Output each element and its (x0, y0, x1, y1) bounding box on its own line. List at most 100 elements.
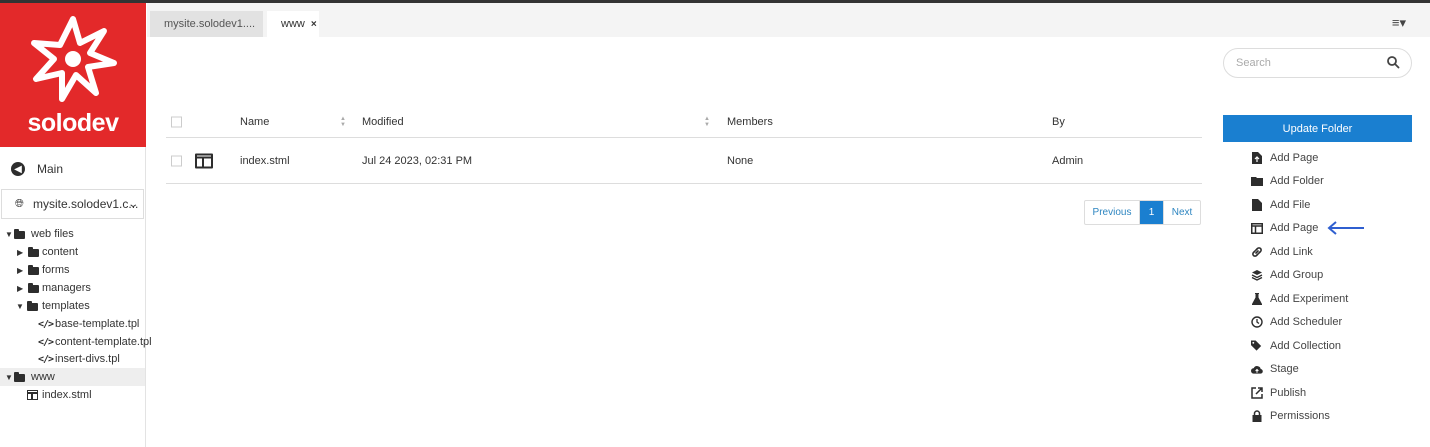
arrow-left-annotation-icon (1327, 221, 1364, 235)
table-header: Name ▲ ▼ Modified ▲ ▼ Members By (166, 106, 1202, 138)
page-icon (27, 390, 38, 400)
main-nav-link[interactable]: ◀ Main (0, 155, 145, 183)
layers-icon (1251, 269, 1263, 281)
search-input[interactable] (1236, 55, 1386, 71)
folder-open-icon (27, 301, 38, 311)
pagination-next[interactable]: Next (1163, 201, 1200, 224)
site-selector-value: mysite.solodev1.c... (33, 197, 139, 211)
code-icon: </> (38, 336, 54, 348)
update-folder-button[interactable]: Update Folder (1223, 115, 1412, 142)
tree-item-www[interactable]: ▼ www (0, 368, 145, 386)
tab-label: www (281, 18, 305, 30)
solodev-logo[interactable]: solodev (0, 3, 146, 147)
action-list: Add Page Add Folder Add File Add Page Ad… (1251, 146, 1421, 428)
folder-icon (28, 283, 39, 293)
tree-item-index-stml[interactable]: index.stml (0, 386, 145, 404)
action-stage[interactable]: Stage (1251, 358, 1421, 382)
pagination: Previous 1 Next (1084, 200, 1201, 225)
tree-item-content-template[interactable]: </> content-template.tpl (0, 333, 152, 351)
action-add-folder[interactable]: Add Folder (1251, 170, 1421, 194)
folder-open-icon (14, 229, 25, 239)
lock-icon (1251, 410, 1263, 423)
action-label: Add Experiment (1270, 292, 1349, 305)
flask-icon (1251, 292, 1263, 305)
action-add-scheduler[interactable]: Add Scheduler (1251, 311, 1421, 335)
action-add-collection[interactable]: Add Collection (1251, 334, 1421, 358)
action-add-file[interactable]: Add File (1251, 193, 1421, 217)
action-publish[interactable]: Publish (1251, 381, 1421, 405)
tree-label: base-template.tpl (55, 318, 140, 330)
action-permissions[interactable]: Permissions (1251, 405, 1421, 429)
action-label: Add Page (1270, 151, 1319, 164)
row-members: None (727, 154, 754, 167)
main-label: Main (37, 162, 64, 176)
folder-icon (1251, 175, 1263, 187)
tree-item-managers[interactable]: ▶ managers (0, 279, 145, 297)
tab-mysite[interactable]: mysite.solodev1.... (150, 11, 263, 37)
row-by: Admin (1052, 154, 1084, 167)
code-icon: </> (38, 353, 54, 365)
row-name[interactable]: index.stml (240, 155, 290, 167)
action-label: Stage (1270, 363, 1299, 376)
tree-item-base-template[interactable]: </> base-template.tpl (0, 315, 145, 333)
page-icon (1251, 222, 1263, 234)
caret-down-icon[interactable]: ▼ (5, 373, 13, 382)
action-add-link[interactable]: Add Link (1251, 240, 1421, 264)
action-label: Add File (1270, 198, 1311, 211)
caret-right-icon[interactable]: ▶ (17, 266, 23, 275)
tree-item-insert-divs[interactable]: </> insert-divs.tpl (0, 350, 145, 368)
pagination-previous[interactable]: Previous (1085, 201, 1140, 224)
search-box (1223, 48, 1412, 78)
hamburger-menu-icon[interactable]: ≡▾ (1392, 15, 1406, 31)
upload-file-icon (1251, 151, 1263, 164)
tree-item-templates[interactable]: ▼ templates (0, 297, 145, 315)
page-icon (195, 153, 213, 168)
caret-down-icon[interactable]: ▼ (16, 302, 24, 311)
column-header-members[interactable]: Members (727, 116, 773, 128)
tab-bar: mysite.solodev1.... www × ≡▾ (147, 3, 1430, 37)
column-header-name[interactable]: Name (240, 116, 269, 128)
caret-right-icon[interactable]: ▶ (17, 284, 23, 293)
site-selector[interactable]: 🌐︎ mysite.solodev1.c... ⌄ (1, 189, 144, 219)
tree-label: index.stml (42, 389, 92, 401)
logo-star-icon (31, 16, 117, 102)
sort-icon[interactable]: ▲ ▼ (704, 116, 710, 128)
tree-item-content[interactable]: ▶ content (0, 243, 145, 261)
tree-label: forms (42, 264, 70, 276)
tree-item-forms[interactable]: ▶ forms (0, 261, 145, 279)
action-label: Add Scheduler (1270, 316, 1343, 329)
tree-label: content (42, 246, 79, 258)
clock-icon (1251, 316, 1263, 328)
table-row[interactable]: index.stml Jul 24 2023, 02:31 PM None Ad… (166, 138, 1202, 184)
row-checkbox[interactable] (171, 155, 182, 166)
action-add-group[interactable]: Add Group (1251, 264, 1421, 288)
tree-label: managers (42, 282, 91, 294)
action-add-page-upload[interactable]: Add Page (1251, 146, 1421, 170)
chevron-down-icon: ⌄ (126, 198, 139, 210)
search-icon[interactable] (1386, 55, 1400, 69)
sidebar: solodev ◀ Main 🌐︎ mysite.solodev1.c... ⌄… (0, 3, 152, 447)
tree-label: www (31, 371, 55, 383)
select-all-checkbox[interactable] (171, 116, 182, 127)
tree-label: content-template.tpl (55, 336, 152, 348)
sort-icon[interactable]: ▲ ▼ (340, 116, 346, 128)
tree-item-web-files[interactable]: ▼ web files (0, 225, 145, 243)
link-icon (1251, 246, 1263, 258)
file-table: Name ▲ ▼ Modified ▲ ▼ Members By index.stm… (166, 106, 1202, 184)
pagination-page-1[interactable]: 1 (1140, 201, 1163, 224)
tags-icon (1251, 340, 1263, 352)
close-icon[interactable]: × (311, 19, 317, 30)
action-label: Add Link (1270, 245, 1313, 258)
cloud-upload-icon (1251, 363, 1263, 375)
action-add-experiment[interactable]: Add Experiment (1251, 287, 1421, 311)
action-label: Add Page (1270, 222, 1319, 235)
tab-label: mysite.solodev1.... (164, 18, 256, 30)
action-label: Permissions (1270, 410, 1330, 423)
column-header-modified[interactable]: Modified (362, 116, 404, 128)
row-modified: Jul 24 2023, 02:31 PM (362, 154, 473, 167)
caret-down-icon[interactable]: ▼ (5, 230, 13, 239)
column-header-by[interactable]: By (1052, 116, 1065, 128)
tab-www[interactable]: www × (267, 11, 319, 37)
caret-right-icon[interactable]: ▶ (17, 248, 23, 257)
tree-label: insert-divs.tpl (55, 353, 120, 365)
